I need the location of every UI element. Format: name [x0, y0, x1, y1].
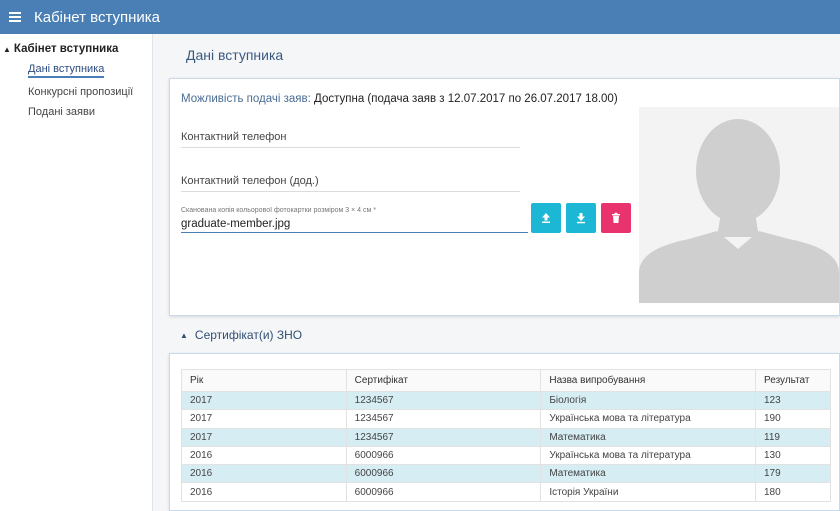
photo-file-field[interactable]: Сканована копія кольорової фотокартки ро… — [181, 207, 528, 233]
cell-result: 190 — [755, 409, 831, 429]
availability-status: Можливість подачі заяв: Доступна (подача… — [181, 93, 618, 105]
menu-icon[interactable] — [2, 0, 28, 34]
cell-year: 2017 — [181, 390, 347, 411]
download-button[interactable] — [566, 203, 596, 233]
sidebar-nav: Дані вступника Конкурсні пропозиції Пода… — [0, 55, 152, 118]
cell-year: 2016 — [181, 445, 347, 466]
cell-certificate: 1234567 — [345, 390, 542, 411]
cell-year: 2016 — [181, 482, 347, 502]
sidebar-item-applicant-data[interactable]: Дані вступника — [28, 63, 105, 78]
table-header-row: Рік Сертифікат Назва випробування Резуль… — [181, 369, 831, 392]
zno-section-title: Сертифікат(и) ЗНО — [194, 328, 303, 342]
cell-result: 179 — [755, 464, 831, 484]
sidebar-section-toggle[interactable]: ▲ Кабінет вступника — [3, 43, 152, 55]
table-row: 2017 1234567 Біологія 123 — [181, 390, 831, 411]
cell-certificate: 1234567 — [345, 427, 542, 447]
cell-result: 180 — [755, 482, 831, 502]
upload-button[interactable] — [531, 203, 561, 233]
cell-certificate: 1234567 — [345, 409, 542, 429]
page-title: Дані вступника — [186, 47, 284, 63]
cell-certificate: 6000966 — [345, 464, 542, 484]
column-header-year: Рік — [181, 369, 347, 392]
table-row: 2016 6000966 Математика 179 — [181, 464, 831, 484]
cell-certificate: 6000966 — [345, 482, 542, 502]
cell-test-name: Математика — [540, 427, 756, 447]
table-row: 2017 1234567 Математика 119 — [181, 427, 831, 447]
availability-label: Можливість подачі заяв: — [181, 93, 311, 105]
table-row: 2017 1234567 Українська мова та літерату… — [181, 409, 831, 429]
phone-field[interactable]: Контактний телефон — [181, 131, 520, 148]
zno-table: Рік Сертифікат Назва випробування Резуль… — [181, 369, 831, 502]
phone-extra-field[interactable]: Контактний телефон (дод.) — [181, 175, 520, 192]
sidebar-header-label: Кабінет вступника — [13, 43, 119, 55]
zno-certificates-card: Рік Сертифікат Назва випробування Резуль… — [169, 353, 840, 511]
app-title: Кабінет вступника — [34, 8, 161, 26]
column-header-result: Результат — [755, 369, 831, 392]
cell-test-name: Історія України — [540, 482, 756, 502]
cell-test-name: Українська мова та література — [540, 409, 756, 429]
cell-result: 130 — [755, 445, 831, 466]
cell-year: 2017 — [181, 409, 347, 429]
sidebar-item-competitive-offers[interactable]: Конкурсні пропозиції — [28, 86, 133, 98]
chevron-up-icon: ▲ — [3, 44, 11, 54]
chevron-up-icon: ▲ — [180, 330, 188, 340]
trash-icon — [612, 212, 620, 223]
cell-test-name: Українська мова та література — [540, 445, 756, 466]
download-icon — [577, 213, 585, 224]
photo-field-label: Сканована копія кольорової фотокартки ро… — [181, 207, 376, 214]
photo-field-value: graduate-member.jpg — [181, 218, 291, 230]
delete-button[interactable] — [601, 203, 631, 233]
cell-result: 123 — [755, 390, 831, 411]
zno-section-toggle[interactable]: ▲ Сертифікат(и) ЗНО — [180, 328, 302, 342]
cell-year: 2016 — [181, 464, 347, 484]
top-app-bar: Кабінет вступника — [0, 0, 840, 34]
cell-year: 2017 — [181, 427, 347, 447]
availability-value: Доступна (подача заяв з 12.07.2017 по 26… — [314, 93, 618, 105]
applicant-data-card: Можливість подачі заяв: Доступна (подача… — [169, 78, 840, 316]
applicant-photo-placeholder — [639, 107, 839, 303]
table-row: 2016 6000966 Історія України 180 — [181, 482, 831, 502]
cell-certificate: 6000966 — [345, 445, 542, 466]
avatar-silhouette-icon — [639, 107, 839, 303]
sidebar: ▲ Кабінет вступника Дані вступника Конку… — [0, 34, 153, 511]
cell-result: 119 — [755, 427, 831, 447]
column-header-certificate: Сертифікат — [345, 369, 542, 392]
sidebar-item-submitted-applications[interactable]: Подані заяви — [28, 106, 95, 118]
upload-icon — [542, 213, 550, 223]
cell-test-name: Біологія — [540, 390, 756, 411]
table-row: 2016 6000966 Українська мова та літерату… — [181, 445, 831, 466]
cell-test-name: Математика — [540, 464, 756, 484]
column-header-test-name: Назва випробування — [540, 369, 756, 392]
